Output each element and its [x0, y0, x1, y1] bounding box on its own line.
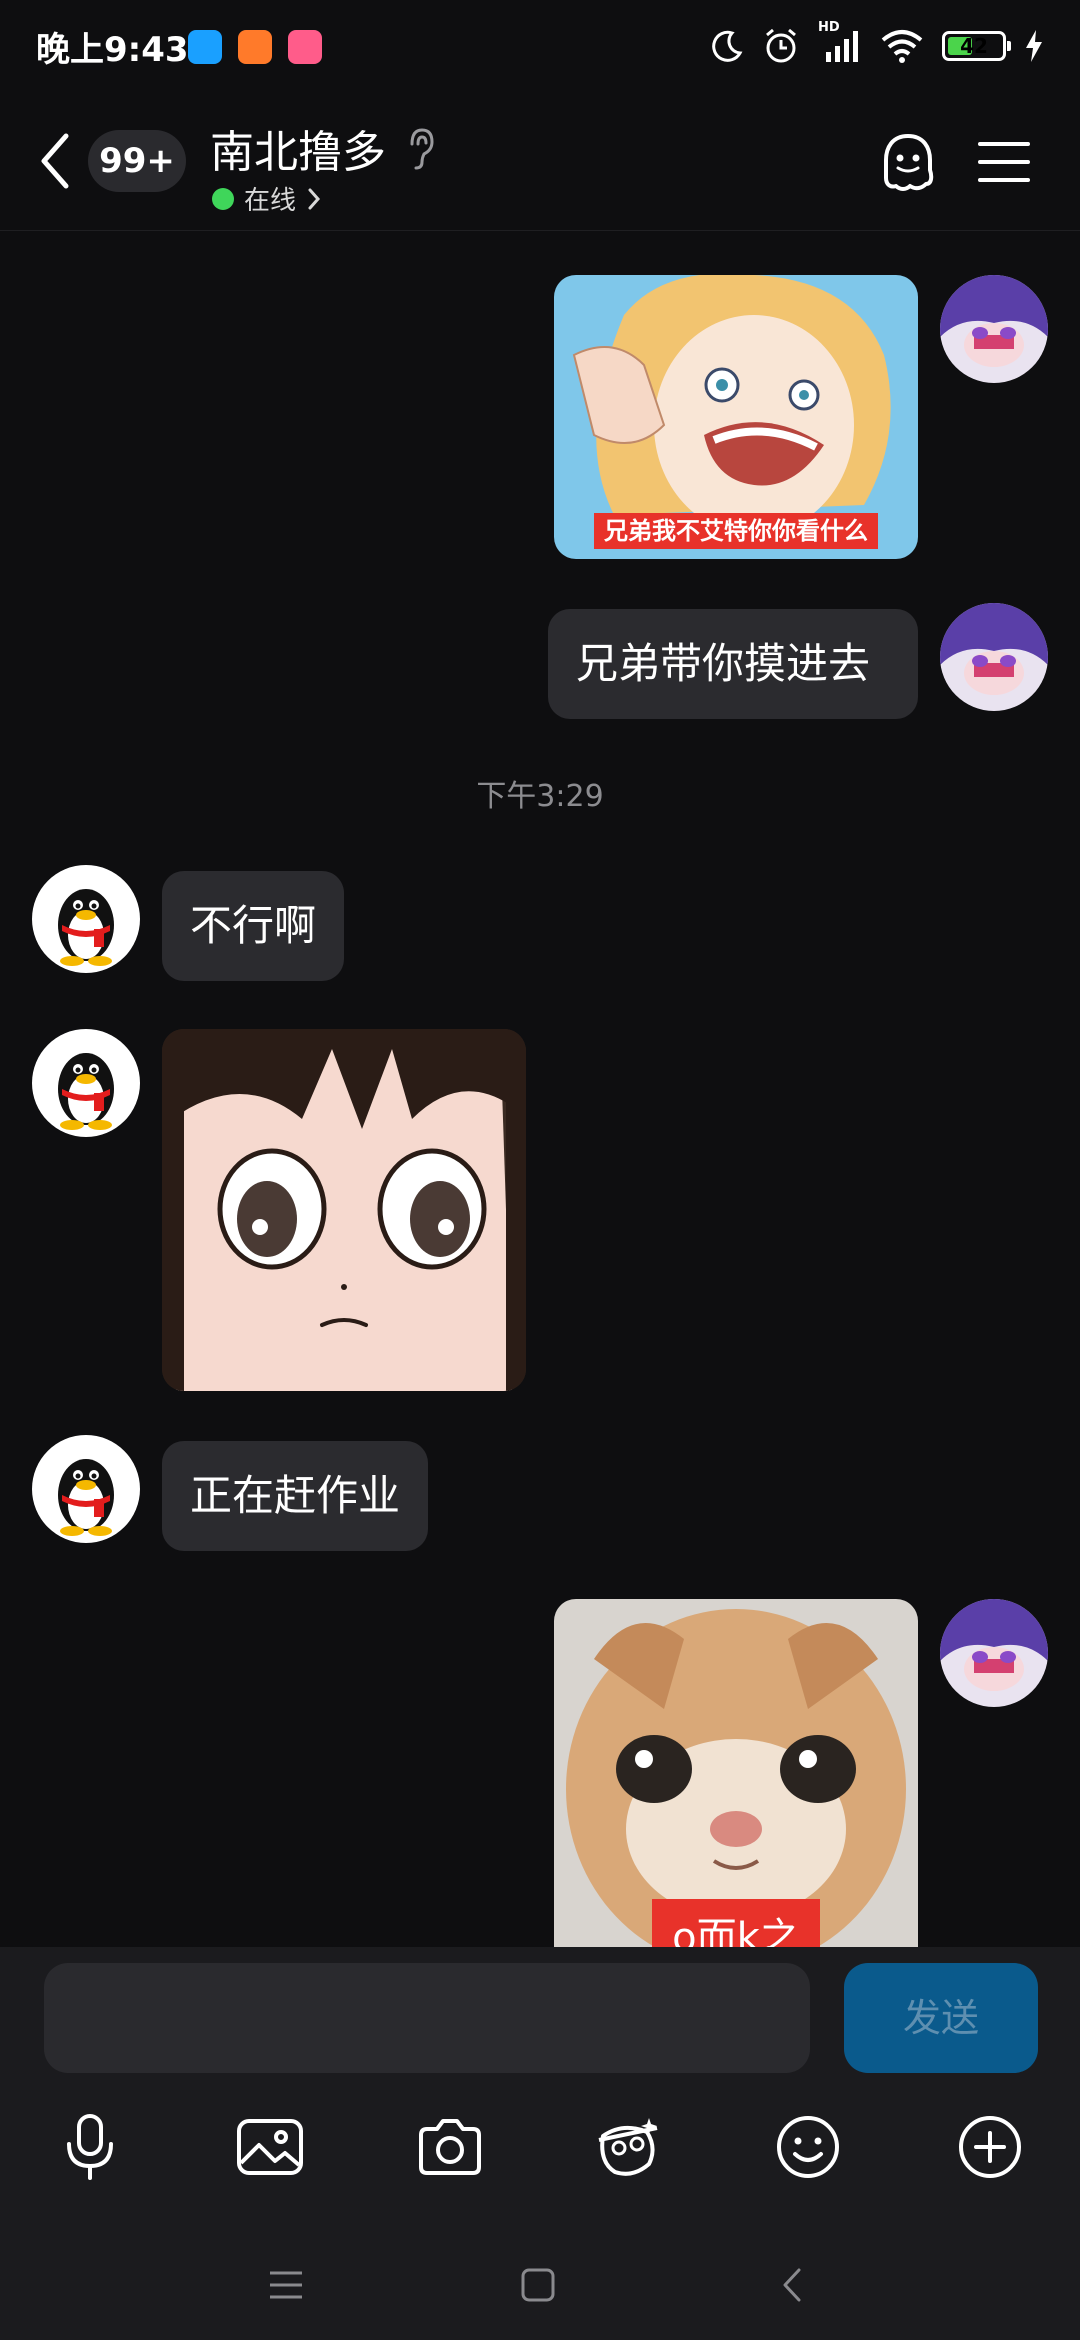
bilibili-notification-icon: [288, 30, 322, 64]
status-time: 晚上9:43: [36, 30, 189, 70]
gallery-button[interactable]: [230, 2107, 310, 2187]
app-notification-icon: [188, 30, 222, 64]
message-bubble[interactable]: 正在赶作业: [162, 1441, 429, 1551]
unread-count-badge[interactable]: 99+: [88, 130, 186, 192]
more-button[interactable]: [950, 2107, 1030, 2187]
shop-notification-icon: [238, 30, 272, 64]
my-avatar[interactable]: [940, 603, 1048, 711]
cellular-signal-icon: HD: [818, 20, 862, 66]
status-icons: HD 42: [710, 20, 1044, 68]
home-icon: [521, 2268, 555, 2302]
back-icon: [783, 2268, 801, 2302]
chevron-right-icon: [308, 188, 321, 209]
contact-name[interactable]: 南北撸多: [210, 116, 386, 180]
online-dot: [212, 187, 234, 210]
ghost-icon[interactable]: [876, 130, 940, 194]
online-status[interactable]: 在线: [212, 180, 322, 217]
camera-button[interactable]: [410, 2107, 490, 2187]
sticker-icon: [598, 2118, 658, 2176]
home-button[interactable]: [508, 2255, 568, 2315]
alarm-icon: [766, 28, 796, 63]
message-bubble[interactable]: 兄弟带你摸进去: [548, 609, 918, 719]
image-message[interactable]: [162, 1029, 526, 1391]
wifi-icon: [881, 30, 923, 63]
system-back-button[interactable]: [762, 2255, 822, 2315]
composer: 发送: [0, 1947, 1080, 2340]
message-list[interactable]: 兄弟我不艾特你你看什么 兄弟带你摸进去 下午3:29 不行啊 正在赶作业 o而k…: [0, 231, 1080, 1947]
menu-icon: [270, 2271, 302, 2299]
status-bar: 晚上9:43 HD 42: [0, 0, 1080, 92]
contact-avatar[interactable]: [32, 865, 140, 973]
contact-avatar[interactable]: [32, 1029, 140, 1137]
emoji-icon: [777, 2116, 839, 2178]
microphone-icon: [67, 2114, 113, 2180]
ear-icon[interactable]: [404, 126, 436, 172]
emoji-button[interactable]: [768, 2107, 848, 2187]
message-input[interactable]: [44, 1963, 810, 2073]
battery-icon: 42: [942, 31, 1011, 61]
message-bubble[interactable]: 不行啊: [162, 871, 345, 981]
my-avatar[interactable]: [940, 1599, 1048, 1707]
image-caption: 兄弟我不艾特你你看什么: [603, 517, 868, 545]
image-icon: [237, 2119, 303, 2175]
contact-avatar[interactable]: [32, 1435, 140, 1543]
image-message[interactable]: o而k之: [554, 1599, 918, 1947]
image-message[interactable]: 兄弟我不艾特你你看什么: [554, 275, 918, 559]
sticker-button[interactable]: [588, 2107, 668, 2187]
online-status-label: 在线: [244, 186, 297, 216]
chat-header: 99+ 南北撸多 在线: [0, 92, 1080, 231]
recent-apps-button[interactable]: [256, 2255, 316, 2315]
back-button[interactable]: [30, 126, 80, 196]
voice-button[interactable]: [50, 2107, 130, 2187]
image-caption: o而k之: [672, 1915, 800, 1947]
moon-icon: [712, 30, 743, 62]
message-timestamp: 下午3:29: [476, 779, 604, 814]
menu-icon[interactable]: [976, 130, 1032, 194]
plus-icon: [959, 2116, 1021, 2178]
charging-icon: [1026, 30, 1042, 62]
chevron-left-icon: [41, 133, 69, 189]
camera-icon: [419, 2119, 481, 2175]
my-avatar[interactable]: [940, 275, 1048, 383]
send-button[interactable]: 发送: [844, 1963, 1038, 2073]
battery-level: 42: [960, 34, 988, 58]
